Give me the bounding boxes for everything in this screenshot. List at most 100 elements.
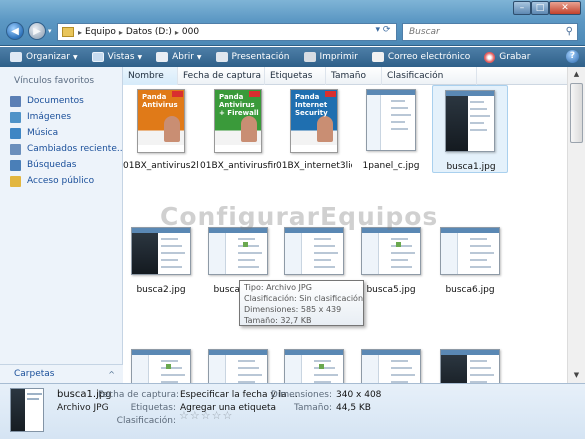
file-item[interactable]: Panda Internet Security 01BX_internet3lic…: [276, 85, 352, 173]
chevron-down-icon: ▼: [196, 53, 202, 61]
pictures-icon: [10, 111, 21, 123]
tamano-label: Tamaño:: [293, 403, 332, 413]
address-bar[interactable]: ▸ Equipo ▸ Datos (D:) ▸ 000 ▾ ⟳: [57, 23, 397, 41]
print-icon: [303, 52, 316, 62]
breadcrumb-separator-icon[interactable]: ▸: [175, 28, 179, 37]
open-label: Abrir: [172, 52, 194, 62]
back-button[interactable]: ◀: [6, 22, 24, 40]
file-name: 01BX_antivirus2li...: [123, 161, 199, 171]
refresh-icon[interactable]: ▾ ⟳: [372, 25, 394, 39]
burn-button[interactable]: Grabar: [484, 51, 530, 63]
breadcrumb-000[interactable]: 000: [182, 27, 199, 37]
email-button[interactable]: Correo electrónico: [371, 52, 470, 62]
minimize-button[interactable]: –: [513, 1, 531, 15]
close-button[interactable]: ✕: [549, 1, 581, 15]
file-name: busca5.jpg: [366, 285, 416, 295]
breadcrumb-equipo[interactable]: Equipo: [85, 27, 116, 37]
organize-label: Organizar: [26, 52, 70, 62]
folder-icon: [62, 27, 74, 37]
back-arrow-icon: ◀: [11, 25, 19, 37]
breadcrumb-separator-icon[interactable]: ▸: [119, 28, 123, 37]
column-header-tamano[interactable]: Tamaño: [326, 67, 382, 85]
file-item[interactable]: [353, 331, 429, 383]
help-button[interactable]: ?: [566, 50, 579, 63]
maximize-button[interactable]: □: [531, 1, 549, 15]
breadcrumb-datos[interactable]: Datos (D:): [126, 27, 172, 37]
tooltip-size: Tamaño: 32,7 KB: [244, 316, 312, 325]
email-icon: [371, 52, 384, 62]
star-icon[interactable]: ☆: [223, 409, 234, 422]
file-thumbnail: [440, 349, 500, 383]
print-button[interactable]: Imprimir: [303, 52, 358, 62]
scroll-down-icon[interactable]: ▼: [570, 369, 583, 382]
column-header-clasificacion[interactable]: Clasificación: [382, 67, 477, 85]
product-box-brand: Panda Internet Security: [295, 93, 328, 117]
file-thumbnail: [284, 349, 344, 383]
chevron-down-icon: ▼: [137, 53, 143, 61]
search-input[interactable]: [409, 27, 549, 37]
file-name: 01BX_antivirusfir...: [200, 161, 276, 171]
scroll-up-icon[interactable]: ▲: [570, 68, 583, 81]
column-header-etiquetas[interactable]: Etiquetas: [265, 67, 326, 85]
column-header-fecha[interactable]: Fecha de captura: [178, 67, 265, 85]
file-thumbnail: [208, 227, 268, 275]
print-label: Imprimir: [319, 52, 358, 62]
file-name: busca1.jpg: [446, 162, 496, 172]
views-button[interactable]: Vistas ▼: [91, 52, 143, 62]
open-icon: [156, 52, 169, 62]
file-item[interactable]: busca6.jpg: [432, 209, 508, 297]
sidebar-item-documentos[interactable]: Documentos: [10, 93, 125, 109]
file-item[interactable]: 1panel_c.jpg: [353, 85, 429, 173]
tooltip-dimensions: Dimensiones: 585 x 439: [244, 305, 342, 314]
star-icon[interactable]: ☆: [201, 409, 212, 422]
file-item[interactable]: Panda Antivirus + Firewall 01BX_antivirus…: [200, 85, 276, 173]
sidebar-item-imagenes[interactable]: Imágenes: [10, 109, 125, 125]
file-item[interactable]: [276, 331, 352, 383]
search-icon[interactable]: ⚲: [566, 26, 573, 37]
forward-button[interactable]: ▶: [28, 22, 46, 40]
organize-button[interactable]: Organizar ▼: [10, 52, 78, 62]
file-thumbnail: [361, 349, 421, 383]
recent-pages-dropdown[interactable]: ▾: [48, 28, 54, 35]
chevron-down-icon: ▼: [73, 53, 78, 61]
file-item[interactable]: busca1.jpg: [432, 85, 508, 173]
slideshow-button[interactable]: Presentación: [215, 52, 290, 62]
sidebar-item-label: Cambiados reciente...: [27, 144, 126, 154]
file-thumbnail: [208, 349, 268, 383]
star-icon[interactable]: ☆: [190, 409, 201, 422]
slideshow-label: Presentación: [231, 52, 290, 62]
breadcrumb-separator-icon[interactable]: ▸: [78, 28, 82, 37]
star-icon[interactable]: ☆: [212, 409, 223, 422]
file-item[interactable]: [123, 331, 199, 383]
column-header-nombre[interactable]: Nombre: [123, 67, 178, 85]
sidebar-item-cambiados[interactable]: Cambiados reciente...: [10, 141, 125, 157]
tooltip-type: Tipo: Archivo JPG: [244, 283, 312, 292]
sidebar-item-musica[interactable]: Música: [10, 125, 125, 141]
file-item[interactable]: [432, 331, 508, 383]
open-button[interactable]: Abrir ▼: [156, 52, 202, 62]
file-thumbnail: [366, 89, 416, 151]
file-item[interactable]: busca2.jpg: [123, 209, 199, 297]
folders-toggle[interactable]: Carpetas ^: [0, 364, 123, 383]
rating-stars[interactable]: ☆☆☆☆☆: [179, 410, 233, 422]
clasificacion-label: Clasificación:: [116, 416, 176, 426]
public-folder-icon: [10, 175, 21, 187]
file-item[interactable]: Panda Antivirus 01BX_antivirus2li...: [123, 85, 199, 173]
navigation-pane: Vínculos favoritos Documentos Imágenes M…: [0, 67, 125, 383]
file-item[interactable]: busca5.jpg: [353, 209, 429, 297]
recent-icon: [10, 143, 21, 155]
file-item[interactable]: [200, 331, 276, 383]
organize-icon: [10, 52, 22, 62]
tooltip-rating: Clasificación: Sin clasificación: [244, 294, 364, 303]
preview-thumbnail: [10, 388, 44, 432]
search-box[interactable]: ⚲: [402, 23, 578, 41]
sidebar-item-acceso-publico[interactable]: Acceso público: [10, 173, 125, 189]
vertical-scrollbar[interactable]: ▲ ▼: [567, 67, 585, 383]
searches-icon: [10, 159, 21, 171]
file-thumbnail: [445, 90, 495, 152]
star-icon[interactable]: ☆: [179, 409, 190, 422]
forward-arrow-icon: ▶: [33, 25, 41, 37]
views-label: Vistas: [107, 52, 135, 62]
sidebar-item-busquedas[interactable]: Búsquedas: [10, 157, 125, 173]
scroll-thumb[interactable]: [570, 83, 583, 143]
